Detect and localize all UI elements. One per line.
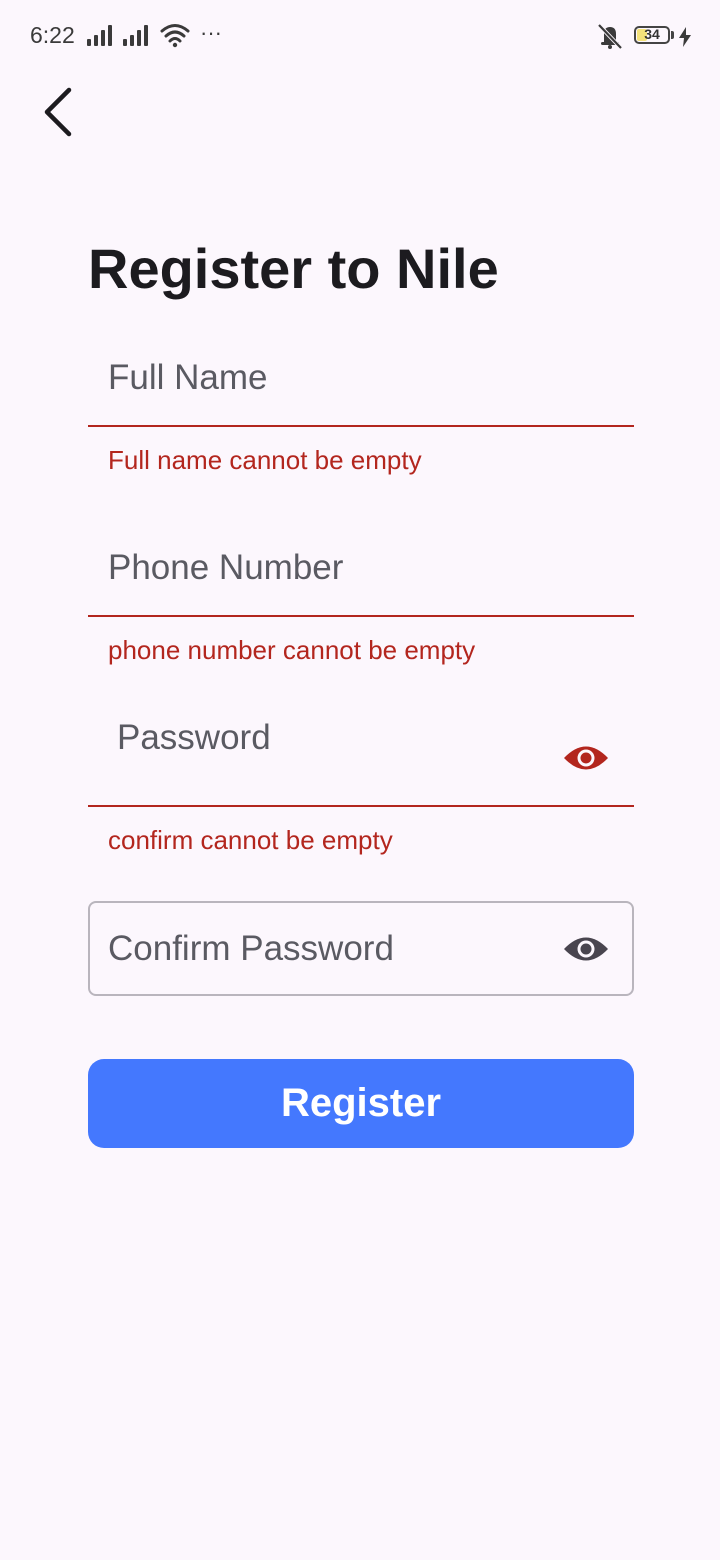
battery-percentage: 34 [644, 26, 660, 42]
vibrate-off-icon [597, 23, 623, 50]
eye-icon[interactable] [563, 934, 609, 964]
password-label: Password [117, 718, 271, 757]
full-name-label: Full Name [108, 358, 268, 397]
charging-icon [679, 27, 691, 47]
phone-number-field[interactable]: Phone Number [88, 521, 634, 617]
signal-icon [87, 25, 112, 46]
phone-number-error: phone number cannot be empty [108, 635, 476, 665]
password-field[interactable]: Password [88, 711, 634, 807]
battery-icon: 34 [634, 26, 670, 44]
confirm-password-label: Confirm Password [108, 929, 394, 968]
phone-number-label: Phone Number [108, 548, 344, 587]
eye-icon[interactable] [563, 743, 609, 773]
password-error: confirm cannot be empty [108, 825, 393, 855]
page-title: Register to Nile [88, 237, 499, 300]
full-name-field[interactable]: Full Name [88, 331, 634, 427]
chevron-left-icon [44, 87, 72, 137]
register-button[interactable]: Register [88, 1059, 634, 1148]
back-button[interactable] [28, 82, 88, 142]
status-time: 6:22 [30, 22, 75, 48]
full-name-error: Full name cannot be empty [108, 445, 422, 475]
wifi-icon [160, 24, 190, 48]
more-icon: ··· [200, 20, 222, 45]
battery-tip [671, 31, 674, 39]
status-bar: 6:22 ··· 34 [0, 0, 720, 72]
signal-icon [123, 25, 148, 46]
confirm-password-field[interactable]: Confirm Password [88, 901, 634, 996]
